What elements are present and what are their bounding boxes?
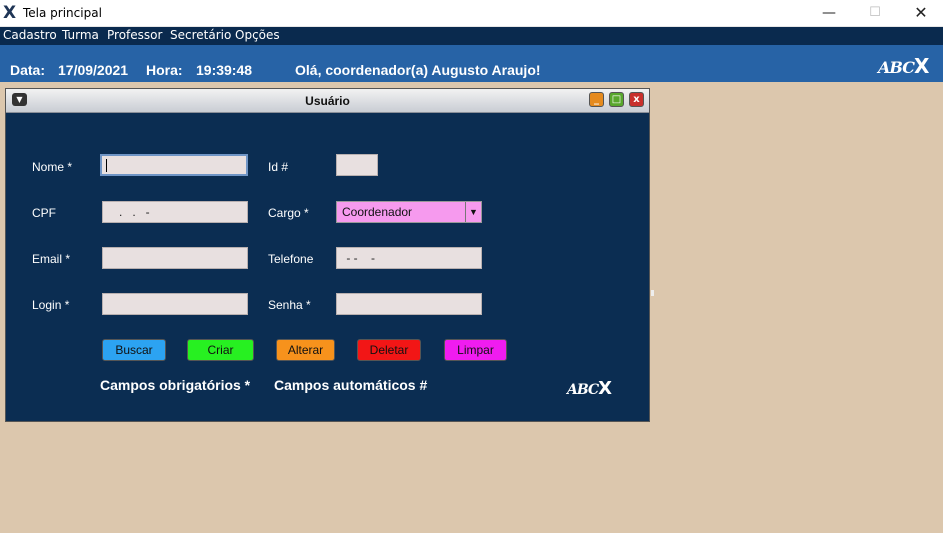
nome-label: Nome *	[32, 160, 73, 174]
senha-label: Senha *	[268, 298, 311, 312]
login-label: Login *	[32, 298, 70, 312]
info-header: Data: 17/09/2021 Hora: 19:39:48 Olá, coo…	[0, 45, 943, 82]
internal-frame-titlebar[interactable]: ▼ Usuário _ □ x	[6, 89, 649, 113]
frame-maximize-button[interactable]: □	[609, 92, 624, 107]
desktop-resize-marker	[651, 290, 654, 296]
automatic-fields-note: Campos automáticos #	[274, 377, 428, 393]
abcx-logo: ABCX	[878, 54, 929, 78]
text-cursor	[106, 159, 107, 172]
menu-opcoes[interactable]: Opções	[235, 28, 280, 42]
window-title: Tela principal	[23, 6, 102, 20]
nome-input[interactable]	[100, 154, 248, 176]
required-fields-note: Campos obrigatórios *	[100, 377, 251, 393]
time-label: Hora:	[146, 62, 183, 78]
alterar-button[interactable]: Alterar	[276, 339, 335, 361]
cargo-label: Cargo *	[268, 206, 309, 220]
cpf-label: CPF	[32, 206, 56, 220]
form-title: Usuário	[305, 94, 350, 108]
telefone-input[interactable]: - - -	[336, 247, 482, 269]
buscar-button[interactable]: Buscar	[102, 339, 166, 361]
frame-close-button[interactable]: x	[629, 92, 644, 107]
email-input[interactable]	[102, 247, 248, 269]
form-body: Nome * Id # CPF . . - Cargo * Coordenado…	[10, 114, 645, 419]
cargo-select[interactable]: Coordenador ▼	[336, 201, 482, 223]
telefone-label: Telefone	[268, 252, 314, 266]
menu-bar: Cadastro Turma Professor Secretário Opçõ…	[0, 27, 943, 45]
deletar-button[interactable]: Deletar	[357, 339, 421, 361]
menu-turma[interactable]: Turma	[62, 28, 99, 42]
usuario-internal-frame: ▼ Usuário _ □ x Nome * Id # CPF . . - Ca…	[5, 88, 650, 422]
minimize-window-button[interactable]: —	[806, 0, 852, 26]
criar-button[interactable]: Criar	[187, 339, 254, 361]
id-input[interactable]	[336, 154, 378, 176]
date-label: Data:	[10, 62, 46, 78]
cpf-input[interactable]: . . -	[102, 201, 248, 223]
abcx-logo-small: ABCX	[567, 378, 612, 399]
date-value: 17/09/2021	[58, 62, 129, 78]
close-window-button[interactable]: ✕	[898, 0, 943, 26]
menu-professor[interactable]: Professor	[107, 28, 162, 42]
frame-minimize-button[interactable]: _	[589, 92, 604, 107]
chevron-down-icon[interactable]: ▼	[465, 202, 481, 222]
login-input[interactable]	[102, 293, 248, 315]
id-label: Id #	[268, 160, 289, 174]
app-x-icon: X	[3, 3, 17, 23]
email-label: Email *	[32, 252, 71, 266]
senha-input[interactable]	[336, 293, 482, 315]
time-value: 19:39:48	[196, 62, 253, 78]
window-titlebar: X Tela principal — ☐ ✕	[0, 0, 943, 27]
menu-secretario[interactable]: Secretário	[170, 28, 231, 42]
maximize-window-button[interactable]: ☐	[852, 0, 898, 26]
limpar-button[interactable]: Limpar	[444, 339, 507, 361]
greeting-text: Olá, coordenador(a) Augusto Araujo!	[295, 62, 541, 78]
menu-cadastro[interactable]: Cadastro	[3, 28, 57, 42]
